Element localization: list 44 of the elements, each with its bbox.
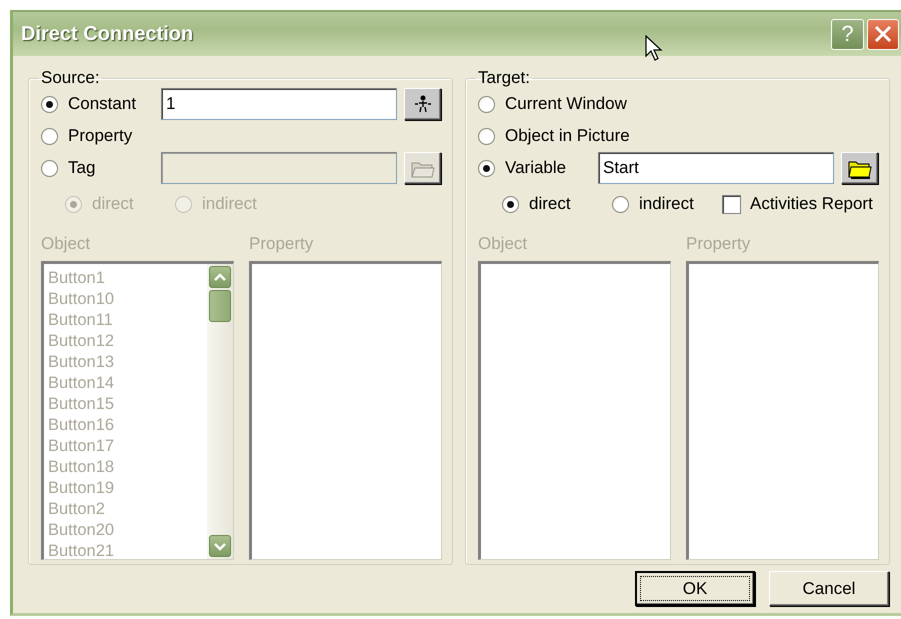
checkbox[interactable]: Activities Report [722,191,873,217]
browse-button[interactable] [841,152,878,184]
value-field[interactable]: Start [598,152,834,184]
group-title: Source: [40,68,101,88]
dialog-button[interactable]: Cancel [769,571,889,606]
chevron-up-icon [213,272,227,282]
chevron-down-icon [213,540,227,552]
close-button[interactable] [867,18,899,50]
radio-label[interactable]: Tag [68,158,96,178]
radio-button[interactable] [478,96,495,112]
close-icon [873,24,893,44]
dialog-button[interactable]: OK [635,571,755,606]
window-title: Direct Connection [21,22,194,46]
radio-label[interactable]: Object in Picture [505,126,630,146]
group-title: Target: [477,68,531,88]
browse-button[interactable] [404,88,441,120]
scroll-down-button[interactable] [209,535,231,557]
radio-button[interactable] [478,128,495,144]
radio-label[interactable]: Current Window [505,94,627,114]
browse-button[interactable] [404,152,441,184]
cursor-icon [645,35,665,63]
list-label: Property [249,234,314,254]
list-label: Object [41,234,92,254]
radio-label[interactable]: indirect [639,194,694,214]
list-label: Property [686,234,752,254]
radio-label[interactable]: Property [68,126,132,146]
list-box[interactable] [478,261,671,560]
scroll-thumb[interactable] [209,290,231,322]
radio-button[interactable] [41,96,58,112]
radio-button[interactable] [478,160,495,176]
help-button[interactable]: ? [831,18,864,50]
radio-button[interactable] [612,196,629,212]
radio-label[interactable]: direct [529,194,571,214]
person-icon [412,94,432,114]
radio-button[interactable] [41,160,58,176]
radio-label[interactable]: Variable [505,158,566,178]
list-box[interactable] [249,261,442,560]
radio-button[interactable] [41,128,58,144]
radio-button[interactable] [502,196,519,212]
scroll-up-button[interactable] [209,266,231,288]
list-box[interactable] [686,261,879,560]
radio-label[interactable]: Constant [68,94,136,114]
value-field[interactable]: 1 [161,88,397,120]
list-label: Object [478,234,528,254]
